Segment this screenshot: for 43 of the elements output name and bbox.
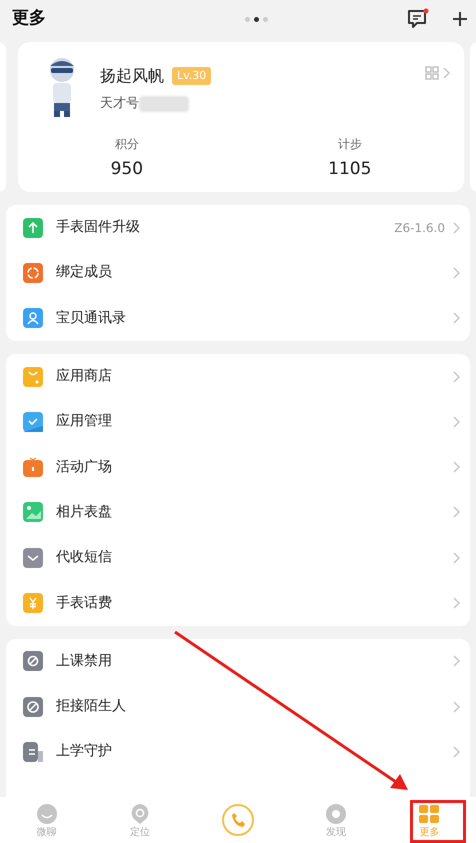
chevron-icon <box>453 222 460 234</box>
menu-item[interactable]: 上学守护 <box>6 729 470 775</box>
menu-item[interactable]: 拒接陌生人 <box>6 684 470 730</box>
location-icon <box>128 802 151 824</box>
user-name: 扬起风帆 <box>100 65 164 87</box>
menu-item[interactable]: 相片表盘 <box>6 490 470 536</box>
stat-value: 1105 <box>328 158 372 180</box>
menu-item[interactable]: 代收短信 <box>6 535 470 580</box>
menu-item[interactable]: 绑定成员 <box>6 250 470 296</box>
chevron-icon <box>453 461 460 474</box>
phone-icon <box>230 812 246 828</box>
stat-label: 积分 <box>114 136 139 152</box>
chevron-icon <box>453 597 460 610</box>
stat-value: 950 <box>110 158 144 180</box>
message-icon[interactable] <box>406 8 430 30</box>
chevron-icon <box>453 746 460 758</box>
menu-item[interactable]: 活动广场 <box>6 444 470 490</box>
level-badge: Lv.30 <box>172 66 212 86</box>
chevron-icon <box>453 655 460 668</box>
chevron-icon <box>453 700 460 713</box>
menu-item[interactable]: 应用商店 <box>6 354 470 400</box>
stat-label: 计步 <box>338 136 362 152</box>
menu-item[interactable]: 手表固件升级 Z6-1.6.0 <box>6 205 470 250</box>
more-icon <box>418 802 440 824</box>
account-id-label: 天才号 <box>100 95 139 113</box>
page-title: 更多 <box>12 7 46 30</box>
menu-item[interactable]: 上课禁用 <box>6 638 470 684</box>
chevron-icon <box>453 370 460 383</box>
menu-item[interactable]: 宝贝通讯录 <box>6 296 470 341</box>
chevron-icon <box>453 312 460 324</box>
highlight-box <box>410 800 466 843</box>
chevron-icon <box>453 552 460 564</box>
version-text: Z6-1.6.0 <box>394 220 445 237</box>
chevron-icon <box>453 416 460 428</box>
discover-icon <box>325 802 348 824</box>
menu-item[interactable]: 应用管理 <box>6 399 470 444</box>
chat-icon <box>36 802 58 824</box>
chevron-icon <box>443 67 450 79</box>
chevron-icon <box>453 266 460 279</box>
menu-item[interactable]: 手表话费 <box>6 580 470 626</box>
chevron-icon <box>453 506 460 518</box>
redacted-block <box>139 96 189 112</box>
add-icon[interactable] <box>452 11 468 27</box>
